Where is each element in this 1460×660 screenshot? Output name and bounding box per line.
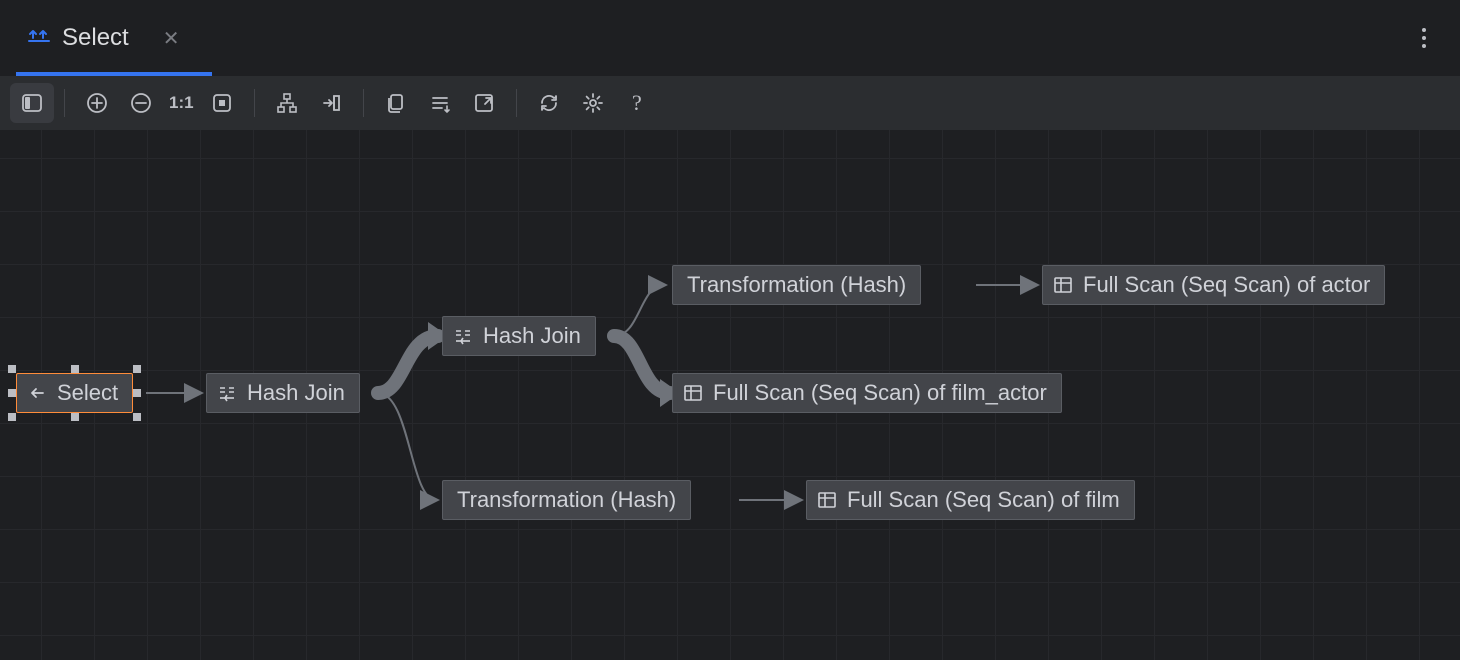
refresh-button[interactable] [527,83,571,123]
actual-size-button[interactable]: 1:1 [163,93,200,113]
node-label: Full Scan (Seq Scan) of film [847,487,1120,513]
toolbar-separator [516,89,517,117]
more-options-icon[interactable] [1416,22,1432,54]
hash-join-icon [453,326,473,346]
diagram-canvas[interactable]: Select Hash Join Hash Join Transfo [0,130,1460,660]
explain-plan-icon [26,25,52,51]
toolbar-separator [64,89,65,117]
table-icon [683,383,703,403]
toolbar-separator [254,89,255,117]
svg-text:?: ? [632,91,642,115]
node-label: Full Scan (Seq Scan) of film_actor [713,380,1047,406]
help-button[interactable]: ? [615,83,659,123]
toolbar-separator [363,89,364,117]
zoom-out-button[interactable] [119,83,163,123]
toolbar: 1:1 ? [0,76,1460,130]
collapse-into-button[interactable] [309,83,353,123]
node-label: Hash Join [247,380,345,406]
node-full-scan-film-actor[interactable]: Full Scan (Seq Scan) of film_actor [672,373,1062,413]
toggle-side-panel-button[interactable] [10,83,54,123]
node-label: Select [57,380,118,406]
node-select[interactable]: Select [16,373,133,413]
export-button[interactable] [462,83,506,123]
node-transformation-hash-top[interactable]: Transformation (Hash) [672,265,921,305]
table-icon [817,490,837,510]
copy-button[interactable] [374,83,418,123]
hash-join-icon [217,383,237,403]
node-full-scan-film[interactable]: Full Scan (Seq Scan) of film [806,480,1135,520]
node-label: Transformation (Hash) [687,272,906,298]
arrow-left-icon [27,383,47,403]
tab-bar: Select ✕ [0,0,1460,76]
node-label: Hash Join [483,323,581,349]
tab-active-indicator [16,72,212,76]
text-edit-button[interactable] [418,83,462,123]
fit-content-button[interactable] [200,83,244,123]
settings-button[interactable] [571,83,615,123]
close-icon[interactable]: ✕ [163,26,180,51]
tab-title: Select [62,24,129,52]
node-hash-join-2[interactable]: Hash Join [442,316,596,356]
node-full-scan-actor[interactable]: Full Scan (Seq Scan) of actor [1042,265,1385,305]
node-label: Transformation (Hash) [457,487,676,513]
zoom-in-button[interactable] [75,83,119,123]
node-hash-join-1[interactable]: Hash Join [206,373,360,413]
node-label: Full Scan (Seq Scan) of actor [1083,272,1370,298]
node-transformation-hash-bottom[interactable]: Transformation (Hash) [442,480,691,520]
table-icon [1053,275,1073,295]
layout-tree-button[interactable] [265,83,309,123]
tab-select[interactable]: Select ✕ [20,0,185,76]
